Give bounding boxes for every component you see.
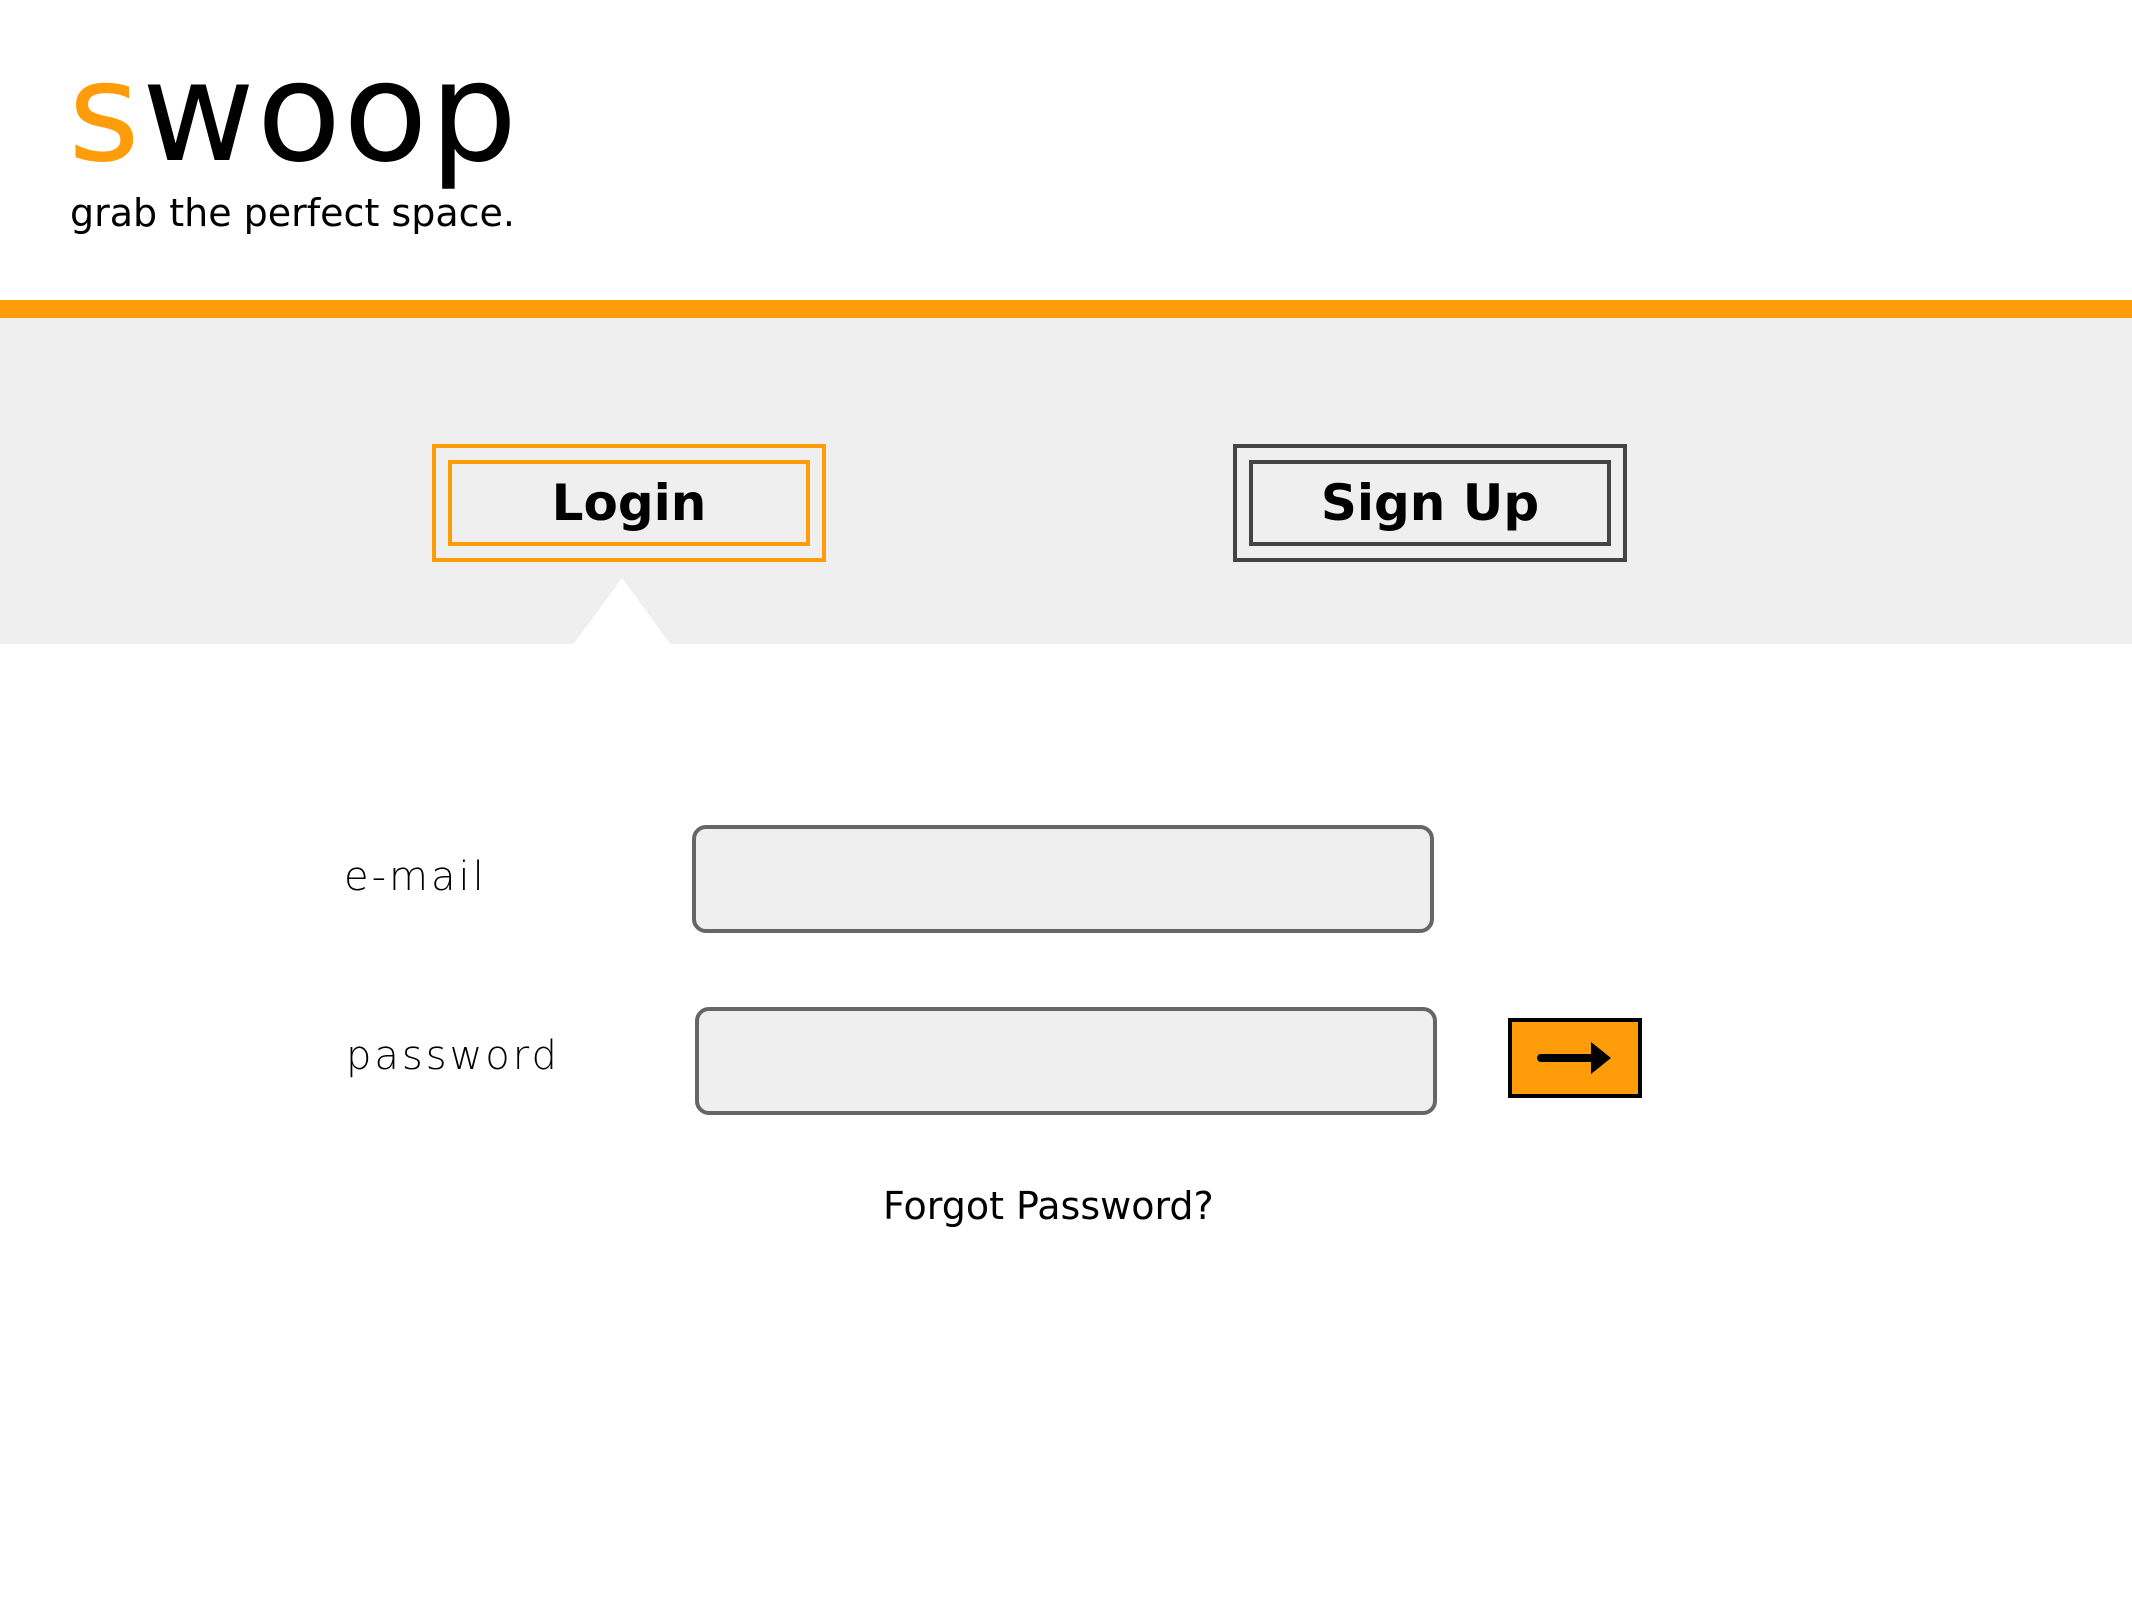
auth-tab-bar [0,318,2132,644]
tab-signup-label: Sign Up [1249,460,1611,546]
tab-signup[interactable]: Sign Up [1233,444,1627,562]
app-tagline: grab the perfect space. [70,191,515,235]
email-label: e-mail [344,854,487,900]
forgot-password-link[interactable]: Forgot Password? [883,1184,1214,1228]
active-tab-pointer [573,578,671,645]
arrow-right-icon [1537,1042,1611,1074]
tab-login[interactable]: Login [432,444,826,562]
email-field[interactable] [692,825,1434,933]
logo-wordmark: woop [141,32,520,193]
login-submit-button[interactable] [1508,1018,1642,1098]
tab-login-label: Login [448,460,810,546]
app-logo: swoop [68,38,519,188]
logo-accent-letter: s [68,32,142,193]
header-accent-divider [0,300,2132,318]
password-field[interactable] [695,1007,1437,1115]
password-label: password [346,1033,560,1079]
